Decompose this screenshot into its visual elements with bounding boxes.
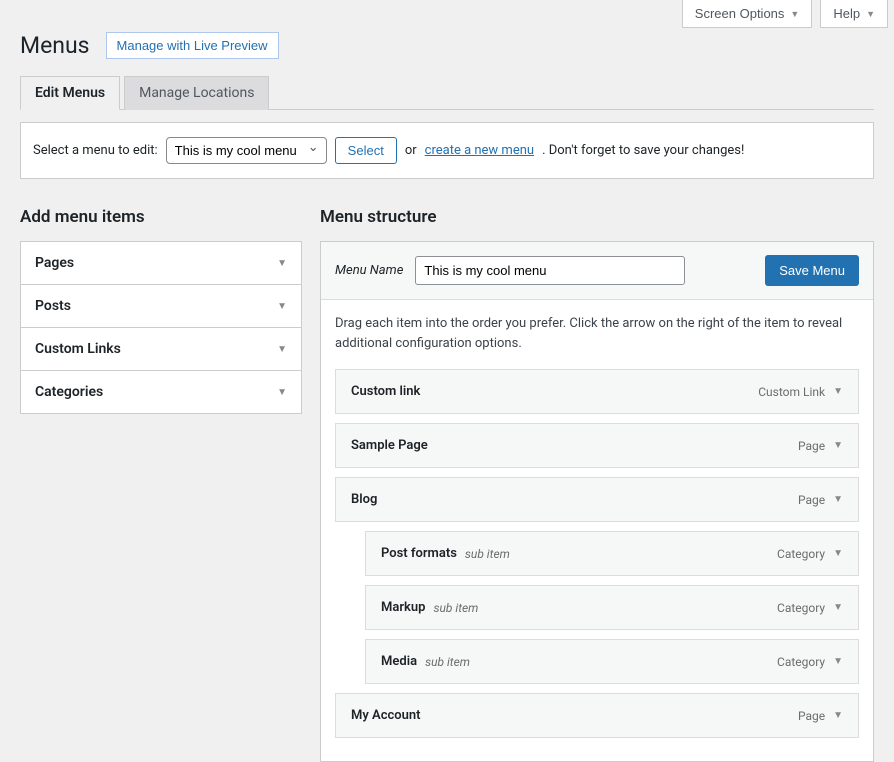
main-columns: Add menu items Pages ▼ Posts ▼ Custom Li…	[0, 179, 894, 762]
instructions-text: Drag each item into the order you prefer…	[321, 300, 873, 369]
screen-options-button[interactable]: Screen Options ▼	[682, 0, 813, 28]
sub-item-label: sub item	[465, 547, 510, 561]
menu-item-type: Page ▼	[798, 439, 843, 453]
menu-structure-column: Menu structure Menu Name Save Menu Drag …	[320, 207, 874, 762]
save-menu-button[interactable]: Save Menu	[765, 255, 859, 286]
create-menu-link[interactable]: create a new menu	[425, 143, 534, 158]
help-label: Help	[833, 6, 860, 21]
tab-edit-menus[interactable]: Edit Menus	[20, 76, 120, 110]
after-text: . Don't forget to save your changes!	[542, 143, 744, 158]
menu-items-list: Custom linkCustom Link▼Sample PagePage▼B…	[321, 369, 873, 761]
chevron-down-icon[interactable]: ▼	[833, 548, 843, 559]
menu-item-type: Page ▼	[798, 493, 843, 507]
add-items-heading: Add menu items	[20, 207, 302, 227]
accordion-label: Categories	[35, 384, 103, 400]
chevron-down-icon: ▼	[277, 344, 287, 355]
menu-item-title: Post formats	[381, 546, 457, 561]
menu-item[interactable]: Markup sub item Category ▼	[365, 585, 859, 630]
page-title: Menus	[20, 32, 90, 59]
accordion: Pages ▼ Posts ▼ Custom Links ▼ Categorie…	[20, 241, 302, 414]
accordion-label: Custom Links	[35, 341, 121, 357]
page-header: Menus Manage with Live Preview	[0, 28, 894, 59]
structure-box: Menu Name Save Menu Drag each item into …	[320, 241, 874, 762]
add-menu-items-column: Add menu items Pages ▼ Posts ▼ Custom Li…	[20, 207, 302, 762]
menu-item-title: Sample Page	[351, 438, 428, 453]
menu-select-wrap: This is my cool menu	[166, 137, 327, 164]
select-menu-bar: Select a menu to edit: This is my cool m…	[20, 122, 874, 179]
menu-item-type-text: Custom Link	[758, 385, 825, 399]
menu-item-type: Category ▼	[777, 655, 843, 669]
tabs: Edit Menus Manage Locations	[20, 75, 874, 110]
menu-item-type: Custom Link ▼	[758, 385, 843, 399]
menu-name-input[interactable]	[415, 256, 685, 285]
menu-item[interactable]: Post formats sub item Category ▼	[365, 531, 859, 576]
structure-heading: Menu structure	[320, 207, 874, 227]
accordion-posts[interactable]: Posts ▼	[21, 285, 301, 328]
menu-item-type-text: Page	[798, 709, 825, 723]
top-actions: Screen Options ▼ Help ▼	[0, 0, 894, 28]
select-button[interactable]: Select	[335, 137, 397, 164]
chevron-down-icon[interactable]: ▼	[833, 494, 843, 505]
sub-item-label: sub item	[425, 655, 470, 669]
menu-item[interactable]: Blog Page ▼	[335, 477, 859, 522]
menu-item[interactable]: Custom link Custom Link ▼	[335, 369, 859, 414]
select-menu-label: Select a menu to edit:	[33, 143, 158, 158]
menu-item[interactable]: Media sub item Category ▼	[365, 639, 859, 684]
chevron-down-icon[interactable]: ▼	[833, 440, 843, 451]
chevron-down-icon: ▼	[277, 258, 287, 269]
menu-item-type-text: Category	[777, 655, 825, 669]
menu-item[interactable]: Sample Page Page ▼	[335, 423, 859, 468]
menu-item-title: My Account	[351, 708, 421, 723]
chevron-down-icon[interactable]: ▼	[833, 710, 843, 721]
menu-item-type-text: Page	[798, 493, 825, 507]
menu-item-type: Category ▼	[777, 601, 843, 615]
accordion-pages[interactable]: Pages ▼	[21, 242, 301, 285]
menu-item-type-text: Category	[777, 601, 825, 615]
screen-options-label: Screen Options	[695, 6, 785, 21]
chevron-down-icon: ▼	[277, 301, 287, 312]
menu-item-title: Markup	[381, 600, 425, 615]
structure-header: Menu Name Save Menu	[321, 242, 873, 300]
accordion-categories[interactable]: Categories ▼	[21, 371, 301, 413]
chevron-down-icon: ▼	[277, 387, 287, 398]
menu-item-type-text: Page	[798, 439, 825, 453]
menu-item-title: Custom link	[351, 384, 420, 399]
tab-manage-locations[interactable]: Manage Locations	[124, 76, 269, 110]
menu-select[interactable]: This is my cool menu	[166, 137, 327, 164]
menu-name-label: Menu Name	[335, 263, 403, 278]
chevron-down-icon[interactable]: ▼	[833, 656, 843, 667]
menu-item-type: Page ▼	[798, 709, 843, 723]
chevron-down-icon[interactable]: ▼	[833, 602, 843, 613]
menu-item-title: Media	[381, 654, 417, 669]
menu-item[interactable]: My Account Page ▼	[335, 693, 859, 738]
accordion-label: Posts	[35, 298, 71, 314]
sub-item-label: sub item	[433, 601, 478, 615]
accordion-label: Pages	[35, 255, 74, 271]
chevron-down-icon[interactable]: ▼	[833, 386, 843, 397]
accordion-custom-links[interactable]: Custom Links ▼	[21, 328, 301, 371]
menu-item-type-text: Category	[777, 547, 825, 561]
chevron-down-icon: ▼	[790, 9, 799, 19]
or-text: or	[405, 143, 417, 158]
live-preview-button[interactable]: Manage with Live Preview	[106, 32, 279, 59]
menu-item-title: Blog	[351, 492, 377, 507]
chevron-down-icon: ▼	[866, 9, 875, 19]
menu-item-type: Category ▼	[777, 547, 843, 561]
help-button[interactable]: Help ▼	[820, 0, 888, 28]
